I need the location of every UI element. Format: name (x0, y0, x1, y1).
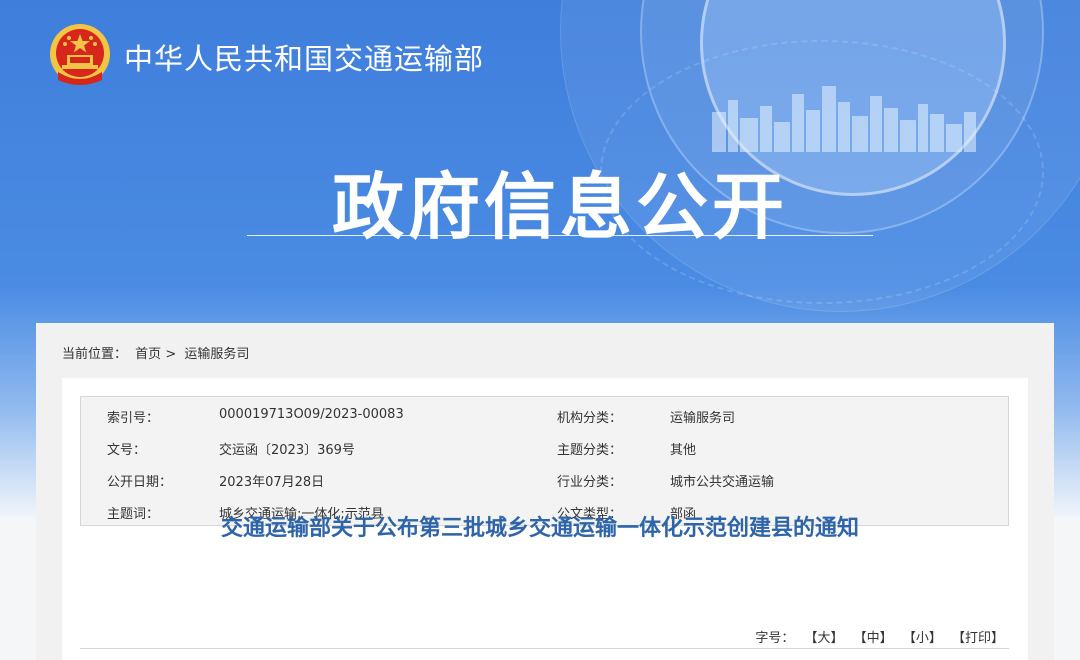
meta-label: 文号： (107, 443, 147, 458)
breadcrumb-separator: > (165, 347, 177, 362)
font-size-small-button[interactable]: 【小】 (903, 631, 942, 646)
city-skyline-icon (712, 86, 976, 152)
hero-title: 政府信息公开 (331, 165, 788, 249)
meta-value: 其他 (670, 443, 697, 458)
meta-label: 行业分类： (557, 475, 623, 490)
meta-value: 交运函〔2023〕369号 (219, 443, 355, 458)
meta-value: 城市公共交通运输 (670, 475, 775, 490)
meta-label: 索引号： (107, 411, 160, 426)
breadcrumb-label: 当前位置： (62, 347, 128, 362)
main-panel: 当前位置： 首页 > 运输服务司 索引号： 000019713O09/2023-… (36, 323, 1054, 660)
meta-value: 000019713O09/2023-00083 (219, 407, 404, 422)
breadcrumb-home-link[interactable]: 首页 (135, 347, 161, 362)
font-size-large-button[interactable]: 【大】 (805, 631, 844, 646)
breadcrumb: 当前位置： 首页 > 运输服务司 (62, 343, 249, 362)
font-size-controls: 字号： 【大】 【中】 【小】 【打印】 (755, 627, 1004, 646)
font-size-label: 字号： (755, 631, 795, 646)
site-name: 中华人民共和国交通运输部 (124, 42, 485, 76)
print-button[interactable]: 【打印】 (952, 631, 1004, 646)
meta-label: 机构分类： (557, 411, 623, 426)
meta-label: 主题分类： (557, 443, 623, 458)
font-size-medium-button[interactable]: 【中】 (854, 631, 893, 646)
meta-value: 2023年07月28日 (219, 475, 325, 490)
meta-label: 公开日期： (107, 475, 173, 490)
divider (80, 648, 1009, 649)
meta-value: 运输服务司 (670, 411, 736, 426)
breadcrumb-current-link[interactable]: 运输服务司 (184, 347, 249, 362)
metadata-table: 索引号： 000019713O09/2023-00083 机构分类： 运输服务司… (80, 396, 1009, 526)
hero-underline (247, 235, 873, 236)
document-title: 交通运输部关于公布第三批城乡交通运输一体化示范创建县的通知 (220, 516, 859, 541)
national-emblem-icon (50, 24, 110, 85)
